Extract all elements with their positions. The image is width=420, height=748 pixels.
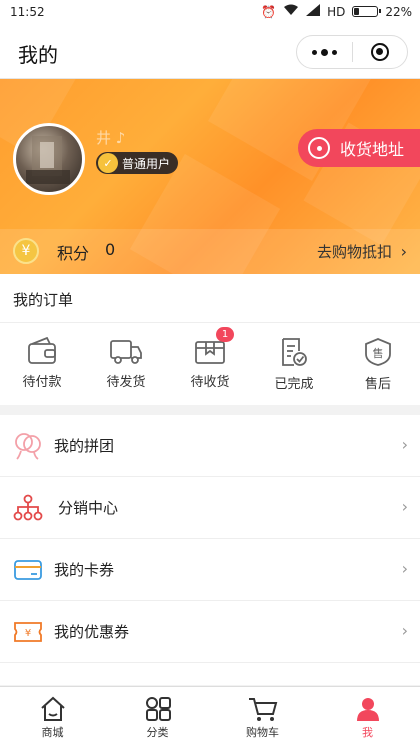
menu-item-coupons[interactable]: ¥ 我的优惠券 › xyxy=(0,601,420,663)
tab-mall[interactable]: 商城 xyxy=(0,687,105,748)
menu-label: 我的拼团 xyxy=(54,437,115,455)
svg-text:¥: ¥ xyxy=(25,628,31,639)
completed-doc-icon xyxy=(282,338,307,366)
home-icon xyxy=(40,696,65,721)
menu-label: 我的卡券 xyxy=(54,561,115,579)
unread-count-badge: 1 xyxy=(216,327,234,342)
mini-program-capsule xyxy=(296,35,408,69)
order-label: 待发货 xyxy=(106,375,146,390)
menu-item-partial[interactable] xyxy=(0,663,420,685)
points-label: 积分 xyxy=(57,244,90,263)
truck-icon xyxy=(110,340,142,364)
nav-bar: 我的 xyxy=(0,26,420,79)
partial-menu-icon xyxy=(13,679,43,685)
alarm-icon: ⏰ xyxy=(261,4,277,19)
points-bar[interactable]: ¥ 积分 0 去购物抵扣 › xyxy=(0,229,420,274)
username: 井 ♪ xyxy=(96,129,126,147)
tab-cart[interactable]: 购物车 xyxy=(210,687,315,748)
location-pin-icon xyxy=(308,137,330,159)
order-completed[interactable]: 已完成 xyxy=(252,323,336,405)
chevron-right-icon: › xyxy=(401,621,408,640)
member-level-badge: ✓ 普通用户 xyxy=(96,152,179,174)
points-value: 0 xyxy=(105,240,116,259)
wallet-icon xyxy=(28,337,56,364)
coupon-icon: ¥ xyxy=(14,622,42,642)
vip-check-icon: ✓ xyxy=(98,153,118,173)
target-close-icon xyxy=(370,43,389,61)
battery-percent: 22% xyxy=(385,4,412,19)
tab-me[interactable]: 我 xyxy=(315,687,420,748)
chevron-right-icon: › xyxy=(401,559,408,578)
page-title: 我的 xyxy=(18,43,58,67)
order-label: 待付款 xyxy=(22,375,62,390)
menu-item-cards[interactable]: 我的卡券 › xyxy=(0,539,420,601)
user-icon xyxy=(356,698,379,721)
shipping-address-label: 收货地址 xyxy=(340,140,405,159)
yen-coin-icon: ¥ xyxy=(13,238,39,264)
order-pending-payment[interactable]: 待付款 xyxy=(0,323,84,405)
chevron-right-icon: › xyxy=(401,435,408,454)
distribution-icon xyxy=(13,494,43,521)
tab-category[interactable]: 分类 xyxy=(105,687,210,748)
order-after-sale[interactable]: 售 售后 xyxy=(336,323,420,405)
order-status-row: 待付款 待发货 1 待收货 已完成 售 售后 xyxy=(0,323,420,405)
menu-label: 我的优惠券 xyxy=(54,623,130,641)
group-buy-icon xyxy=(15,433,41,460)
shipping-address-button[interactable]: 收货地址 xyxy=(298,129,420,167)
profile-header: 井 ♪ ✓ 普通用户 收货地址 ¥ 积分 0 去购物抵扣 › xyxy=(0,79,420,274)
avatar-image xyxy=(26,136,70,184)
menu-item-group-buy[interactable]: 我的拼团 › xyxy=(0,415,420,477)
menu-item-distribution[interactable]: 分销中心 › xyxy=(0,477,420,539)
status-bar: 11:52 ⏰ HD 22% xyxy=(0,0,420,26)
signal-icon xyxy=(306,4,321,19)
cart-icon xyxy=(248,698,277,721)
menu-label: 分销中心 xyxy=(58,499,119,517)
order-label: 已完成 xyxy=(274,377,314,392)
bottom-tab-bar: 商城 分类 购物车 我 xyxy=(0,686,420,748)
svg-text:售: 售 xyxy=(373,346,384,360)
more-dots-icon xyxy=(311,48,337,56)
tab-label: 我 xyxy=(362,726,373,739)
member-level-text: 普通用户 xyxy=(122,156,171,171)
close-mini-program-button[interactable] xyxy=(353,36,408,68)
service-menu: 我的拼团 › 分销中心 › 我的卡券 › ¥ 我的优惠券 › xyxy=(0,415,420,685)
category-icon xyxy=(145,697,171,721)
after-sale-icon: 售 xyxy=(365,338,391,366)
wifi-icon xyxy=(283,4,299,19)
tab-label: 商城 xyxy=(41,726,64,739)
orders-header[interactable]: 我的订单 xyxy=(0,274,420,323)
chevron-right-icon: › xyxy=(400,242,407,261)
tab-label: 分类 xyxy=(146,726,169,739)
orders-title: 我的订单 xyxy=(13,291,74,309)
network-type: HD xyxy=(327,4,346,19)
order-pending-shipment[interactable]: 待发货 xyxy=(84,323,168,405)
order-label: 待收货 xyxy=(190,375,230,390)
status-time: 11:52 xyxy=(10,5,45,19)
more-menu-button[interactable] xyxy=(297,36,352,68)
redeem-link[interactable]: 去购物抵扣 xyxy=(317,241,392,262)
battery-icon xyxy=(352,6,382,17)
order-label: 售后 xyxy=(364,377,391,392)
tab-label: 购物车 xyxy=(246,726,279,739)
card-icon xyxy=(14,560,42,580)
chevron-right-icon: › xyxy=(401,497,408,516)
avatar[interactable] xyxy=(13,123,85,195)
order-pending-receipt[interactable]: 1 待收货 xyxy=(168,323,252,405)
